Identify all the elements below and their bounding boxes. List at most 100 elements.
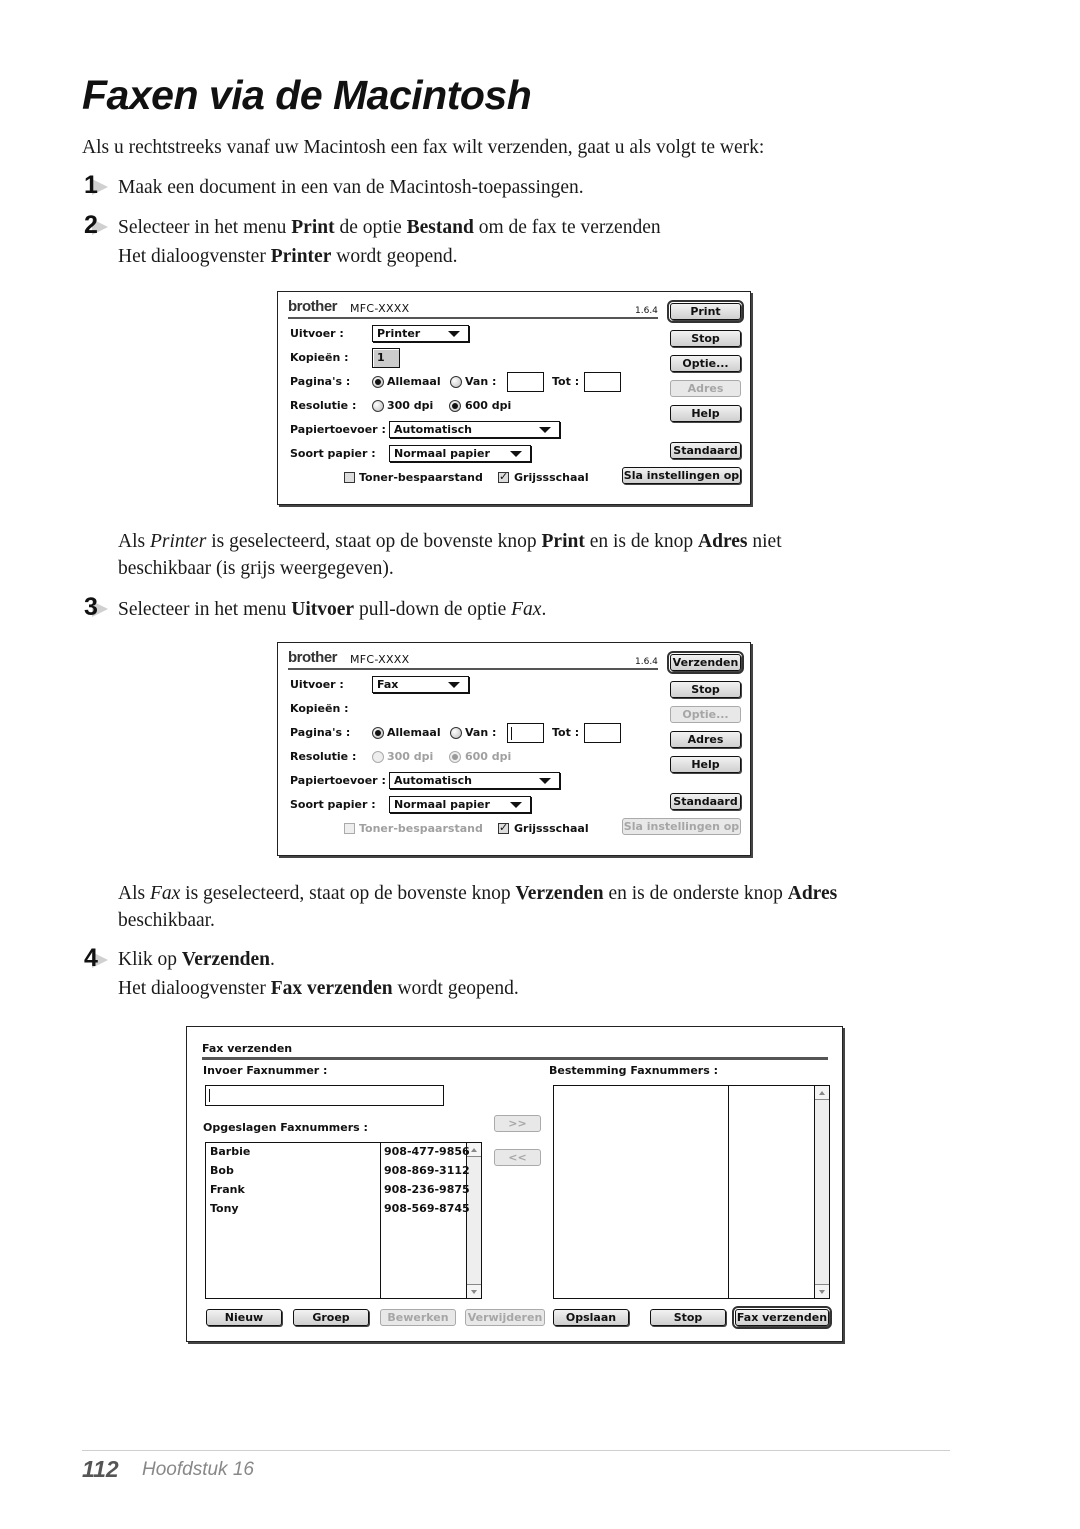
column-divider bbox=[728, 1086, 729, 1298]
scrollbar[interactable] bbox=[814, 1086, 829, 1298]
save-settings-button[interactable]: Sla instellingen op bbox=[622, 818, 741, 835]
pages-all-radio[interactable] bbox=[372, 376, 384, 388]
option-term: Fax bbox=[149, 883, 181, 904]
resolution-label: Resolutie : bbox=[290, 750, 357, 763]
saved-entry-number[interactable]: 908-869-3112 bbox=[384, 1164, 470, 1177]
intro-text: Als u rechtstreeks vanaf uw Macintosh ee… bbox=[82, 137, 765, 158]
saved-entry-number[interactable]: 908-569-8745 bbox=[384, 1202, 470, 1215]
delete-button[interactable]: Verwijderen bbox=[465, 1309, 545, 1326]
fax-number-input[interactable] bbox=[205, 1085, 444, 1106]
menu-term: Bestand bbox=[406, 217, 474, 238]
grayscale-checkbox[interactable] bbox=[498, 470, 509, 483]
text-run: Het dialoogvenster bbox=[118, 246, 271, 267]
options-button[interactable]: Optie... bbox=[670, 706, 741, 723]
send-button[interactable]: Verzenden bbox=[667, 651, 744, 674]
help-button[interactable]: Help bbox=[670, 756, 741, 773]
paper-feed-popup[interactable]: Automatisch bbox=[389, 421, 560, 438]
default-button[interactable]: Standaard bbox=[670, 442, 741, 459]
fax-input-label: Invoer Faxnummer : bbox=[203, 1064, 328, 1077]
pages-to-field[interactable] bbox=[584, 723, 621, 743]
res-600-label: 600 dpi bbox=[465, 399, 512, 412]
pages-from-label: Van : bbox=[465, 726, 497, 739]
add-to-destination-button[interactable]: >> bbox=[494, 1115, 541, 1132]
res-600-radio[interactable] bbox=[449, 400, 461, 412]
chevron-down-icon bbox=[539, 778, 551, 784]
res-600-radio[interactable] bbox=[449, 751, 461, 763]
pages-all-label: Allemaal bbox=[387, 375, 441, 388]
step-2-subtext: Het dialoogvenster Printer wordt geopend… bbox=[118, 242, 458, 271]
text-run: de optie bbox=[334, 217, 407, 238]
toner-save-checkbox[interactable] bbox=[344, 823, 355, 834]
output-label: Uitvoer : bbox=[290, 327, 344, 340]
fax-send-dialog: Fax verzenden Invoer Faxnummer : Opgesla… bbox=[186, 1026, 843, 1342]
stop-button[interactable]: Stop bbox=[670, 681, 741, 698]
scroll-down-icon[interactable] bbox=[467, 1284, 481, 1298]
text-run: Selecteer in het menu bbox=[118, 599, 292, 620]
help-button[interactable]: Help bbox=[670, 405, 741, 422]
copies-field[interactable]: 1 bbox=[372, 348, 400, 368]
print-button[interactable]: Print bbox=[667, 300, 744, 323]
pages-from-field[interactable] bbox=[507, 372, 544, 392]
paper-type-popup[interactable]: Normaal papier bbox=[389, 796, 531, 813]
options-button[interactable]: Optie... bbox=[670, 355, 741, 372]
paper-type-popup[interactable]: Normaal papier bbox=[389, 445, 531, 462]
grayscale-checkbox[interactable] bbox=[498, 821, 509, 834]
saved-entry-name[interactable]: Frank bbox=[210, 1183, 245, 1196]
pages-to-field[interactable] bbox=[584, 372, 621, 392]
destination-numbers-label: Bestemming Faxnummers : bbox=[549, 1064, 718, 1077]
column-divider bbox=[380, 1143, 381, 1298]
destination-numbers-list[interactable] bbox=[553, 1085, 830, 1299]
saved-numbers-list[interactable]: Barbie 908-477-9856 Bob 908-869-3112 Frank 90… bbox=[205, 1142, 482, 1299]
send-fax-button[interactable]: Fax verzenden bbox=[732, 1306, 832, 1329]
paper-feed-label: Papiertoevoer : bbox=[290, 774, 386, 787]
brand-logo: brother bbox=[288, 298, 338, 315]
text-run: Het dialoogvenster bbox=[118, 978, 271, 999]
edit-button[interactable]: Bewerken bbox=[380, 1309, 456, 1326]
model-name: MFC-XXXX bbox=[350, 302, 410, 315]
stop-button[interactable]: Stop bbox=[650, 1309, 726, 1326]
text-run: pull-down de optie bbox=[354, 599, 512, 620]
group-button[interactable]: Groep bbox=[293, 1309, 369, 1326]
res-300-radio[interactable] bbox=[372, 751, 384, 763]
saved-entry-number[interactable]: 908-236-9875 bbox=[384, 1183, 470, 1196]
saved-entry-name[interactable]: Barbie bbox=[210, 1145, 250, 1158]
text-run: Selecteer in het menu bbox=[118, 217, 292, 238]
text-run: wordt geopend. bbox=[331, 246, 458, 267]
step-number: 3 bbox=[84, 593, 98, 621]
output-label: Uitvoer : bbox=[290, 678, 344, 691]
output-popup[interactable]: Printer bbox=[372, 325, 469, 342]
step-number: 2 bbox=[84, 211, 98, 239]
saved-entry-number[interactable]: 908-477-9856 bbox=[384, 1145, 470, 1158]
saved-entry-name[interactable]: Bob bbox=[210, 1164, 234, 1177]
button-term: Verzenden bbox=[515, 883, 604, 904]
button-term: Adres bbox=[698, 531, 748, 552]
toner-save-checkbox[interactable] bbox=[344, 472, 355, 483]
default-button[interactable]: Standaard bbox=[670, 793, 741, 810]
output-popup[interactable]: Fax bbox=[372, 676, 469, 693]
res-300-radio[interactable] bbox=[372, 400, 384, 412]
stop-button[interactable]: Stop bbox=[670, 330, 741, 347]
header-divider bbox=[288, 668, 658, 670]
new-button[interactable]: Nieuw bbox=[206, 1309, 282, 1326]
remove-from-destination-button[interactable]: << bbox=[494, 1149, 541, 1166]
grayscale-label: Grijssschaal bbox=[514, 822, 589, 835]
address-button[interactable]: Adres bbox=[670, 731, 741, 748]
output-value: Fax bbox=[377, 678, 399, 691]
paper-feed-popup[interactable]: Automatisch bbox=[389, 772, 560, 789]
saved-entry-name[interactable]: Tony bbox=[210, 1202, 239, 1215]
pages-from-radio[interactable] bbox=[450, 727, 462, 739]
text-run: en is de knop bbox=[584, 531, 699, 552]
address-button[interactable]: Adres bbox=[670, 380, 741, 397]
step-4-text: Klik op Verzenden. bbox=[118, 945, 275, 974]
save-button[interactable]: Opslaan bbox=[553, 1309, 629, 1326]
save-settings-button[interactable]: Sla instellingen op bbox=[622, 467, 741, 484]
text-run: niet bbox=[747, 531, 782, 552]
text-run: . bbox=[270, 949, 275, 970]
scroll-up-icon[interactable] bbox=[815, 1086, 829, 1100]
pages-to-label: Tot : bbox=[552, 375, 580, 388]
pages-from-field[interactable] bbox=[507, 723, 544, 743]
pages-all-radio[interactable] bbox=[372, 727, 384, 739]
option-term: Printer bbox=[149, 531, 207, 552]
pages-from-radio[interactable] bbox=[450, 376, 462, 388]
scroll-down-icon[interactable] bbox=[815, 1284, 829, 1298]
